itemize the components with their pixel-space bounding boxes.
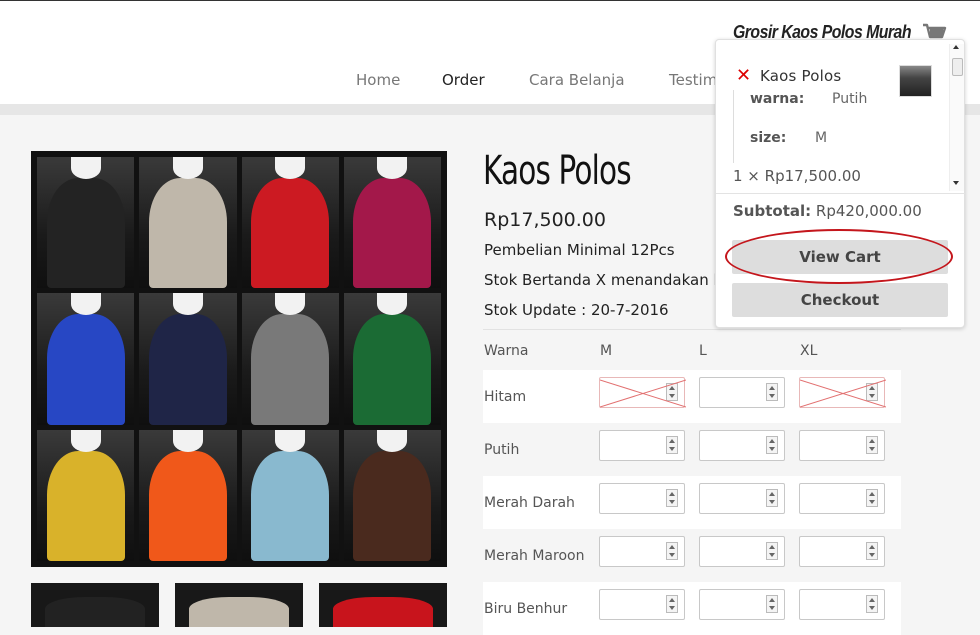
quantity-input[interactable] <box>799 589 885 620</box>
gallery-cell <box>241 157 339 289</box>
gallery-cell <box>343 157 441 289</box>
variant-color-label: Merah Maroon <box>484 548 585 564</box>
product-main-image[interactable] <box>31 151 447 567</box>
stepper-arrows-icon[interactable] <box>766 489 778 507</box>
stock-update-note: Stok Update : 20-7-2016 <box>484 301 669 319</box>
nav-cara-belanja[interactable]: Cara Belanja <box>529 71 625 89</box>
gallery-cell <box>139 293 237 425</box>
product-price: Rp17,500.00 <box>484 209 606 231</box>
subtotal-value: Rp420,000.00 <box>815 202 922 220</box>
stepper-arrows-icon[interactable] <box>866 436 878 454</box>
quantity-input-unavailable <box>599 377 686 408</box>
meta-key-warna: warna: <box>750 91 805 107</box>
item-meta-divider <box>733 90 734 163</box>
stepper-arrows-icon[interactable] <box>866 489 878 507</box>
quantity-input[interactable] <box>599 536 685 567</box>
size-header-xl: XL <box>800 343 818 359</box>
cart-item-quantity-price: 1 × Rp17,500.00 <box>733 167 861 185</box>
cart-subtotal: Subtotal: Rp420,000.00 <box>733 202 922 220</box>
stepper-arrows-icon[interactable] <box>766 595 778 613</box>
variant-color-label: Putih <box>484 442 520 458</box>
stepper-arrows-icon[interactable] <box>766 436 778 454</box>
stepper-arrows-icon[interactable] <box>666 489 678 507</box>
quantity-input[interactable] <box>799 483 885 514</box>
product-image-grid <box>37 157 441 561</box>
quantity-input[interactable] <box>699 536 785 567</box>
product-thumbnail[interactable] <box>175 583 303 627</box>
gallery-cell <box>37 157 135 289</box>
stepper-arrows-icon[interactable] <box>866 542 878 560</box>
gallery-cell <box>37 429 135 561</box>
gallery-cell <box>241 429 339 561</box>
stepper-arrows-icon[interactable] <box>766 383 778 401</box>
scroll-down-icon[interactable] <box>953 181 959 185</box>
product-thumbnail[interactable] <box>319 583 447 627</box>
variant-color-label: Merah Darah <box>484 495 575 511</box>
size-header-l: L <box>699 343 707 359</box>
variant-row: Merah Maroon <box>483 529 901 582</box>
gallery-cell <box>343 293 441 425</box>
meta-value-size: M <box>815 130 828 146</box>
scrollbar-thumb[interactable] <box>952 58 963 76</box>
view-cart-button[interactable]: View Cart <box>732 240 948 274</box>
quantity-input[interactable] <box>699 377 785 408</box>
stock-x-note: Stok Bertanda X menandakan lag <box>484 271 737 289</box>
quantity-input-unavailable <box>799 377 886 408</box>
meta-value-warna: Putih <box>832 91 868 107</box>
variant-color-label: Biru Benhur <box>484 601 568 617</box>
size-header-m: M <box>600 343 613 359</box>
product-thumbnail[interactable] <box>31 583 159 627</box>
stepper-arrows-icon[interactable] <box>666 436 678 454</box>
stepper-arrows-icon[interactable] <box>666 595 678 613</box>
gallery-cell <box>241 293 339 425</box>
gallery-cell <box>139 157 237 289</box>
quantity-input[interactable] <box>599 430 685 461</box>
nav-home[interactable]: Home <box>356 71 400 89</box>
variant-row: Putih <box>483 423 901 476</box>
gallery-cell <box>139 429 237 561</box>
gallery-cell <box>37 293 135 425</box>
product-title: Kaos Polos <box>483 148 632 194</box>
quantity-input[interactable] <box>799 430 885 461</box>
subtotal-label: Subtotal: <box>733 202 812 220</box>
checkout-button[interactable]: Checkout <box>732 283 948 317</box>
quantity-input[interactable] <box>699 483 785 514</box>
quantity-input[interactable] <box>599 589 685 620</box>
variant-row: Merah Darah <box>483 476 901 529</box>
variant-row: Biru Benhur <box>483 582 901 635</box>
variant-table-header: Warna M L XL <box>483 329 901 370</box>
variant-color-label: Hitam <box>484 389 527 405</box>
meta-key-size: size: <box>750 130 787 146</box>
remove-x-icon[interactable]: ✕ <box>736 67 751 85</box>
quantity-input[interactable] <box>799 536 885 567</box>
nav-testimoni[interactable]: Testim <box>669 71 717 89</box>
stepper-arrows-icon[interactable] <box>866 595 878 613</box>
color-column-header: Warna <box>484 343 529 359</box>
quantity-input[interactable] <box>699 430 785 461</box>
variant-row: Hitam <box>483 370 901 423</box>
cart-item-title[interactable]: Kaos Polos <box>760 67 841 85</box>
mini-cart-dropdown: ✕ Kaos Polos warna: Putih size: M 1 × Rp… <box>715 39 965 328</box>
scroll-up-icon[interactable] <box>953 45 959 49</box>
min-purchase-note: Pembelian Minimal 12Pcs <box>484 241 675 259</box>
quantity-input[interactable] <box>599 483 685 514</box>
cart-item-thumbnail[interactable] <box>899 65 932 97</box>
stepper-arrows-icon[interactable] <box>766 542 778 560</box>
quantity-input[interactable] <box>699 589 785 620</box>
mini-cart-separator <box>716 193 965 194</box>
nav-order[interactable]: Order <box>442 71 485 89</box>
gallery-cell <box>343 429 441 561</box>
stepper-arrows-icon[interactable] <box>666 542 678 560</box>
product-thumbnails <box>31 583 447 627</box>
